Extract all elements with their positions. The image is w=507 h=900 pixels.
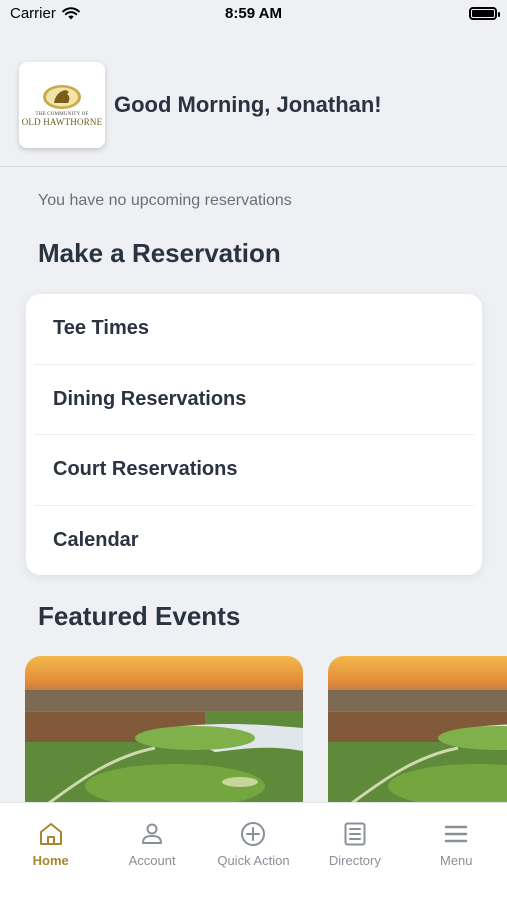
- home-icon: [39, 823, 62, 845]
- make-reservation-title: Make a Reservation: [38, 238, 281, 268]
- tee-times-option[interactable]: Tee Times: [34, 294, 474, 365]
- calendar-label: Calendar: [53, 529, 139, 552]
- header: THE COMMUNITY OF OLD HAWTHORNE Good Morn…: [0, 30, 507, 167]
- club-logo[interactable]: THE COMMUNITY OF OLD HAWTHORNE: [19, 62, 105, 148]
- tab-account[interactable]: Account: [101, 803, 202, 900]
- golf-course-image: [25, 656, 303, 802]
- tab-directory-label: Directory: [328, 853, 381, 868]
- tab-quick-action[interactable]: Quick Action: [203, 803, 304, 900]
- event-card[interactable]: [25, 656, 303, 802]
- horse-head-logo-icon: [43, 84, 81, 109]
- no-reservations-text: You have no upcoming reservations: [38, 192, 292, 209]
- tab-menu-label: Menu: [439, 853, 473, 868]
- featured-events-carousel[interactable]: [0, 656, 507, 802]
- bottom-tab-bar: Home Account Quick Action Directory Menu: [0, 802, 507, 900]
- golf-course-image: [328, 656, 507, 802]
- dining-reservations-option[interactable]: Dining Reservations: [34, 365, 474, 435]
- battery-icon: [469, 7, 500, 20]
- status-time: 8:59 AM: [225, 5, 282, 22]
- calendar-option[interactable]: Calendar: [34, 506, 474, 576]
- plus-circle-icon: [241, 822, 266, 846]
- menu-icon: [445, 825, 468, 843]
- status-bar: Carrier 8:59 AM: [0, 0, 507, 30]
- reservation-options-card: Tee Times Dining Reservations Court Rese…: [26, 294, 482, 575]
- greeting-text: Good Morning, Jonathan!: [114, 92, 382, 117]
- court-reservations-label: Court Reservations: [53, 458, 238, 481]
- tab-directory[interactable]: Directory: [304, 803, 405, 900]
- tee-times-label: Tee Times: [53, 317, 149, 340]
- featured-events-title: Featured Events: [38, 601, 241, 631]
- account-icon: [142, 823, 163, 844]
- dining-reservations-label: Dining Reservations: [53, 387, 247, 410]
- event-card[interactable]: [328, 656, 507, 802]
- tab-account-label: Account: [128, 853, 176, 868]
- tab-home-label: Home: [32, 853, 69, 868]
- tab-menu[interactable]: Menu: [406, 803, 507, 900]
- directory-icon: [344, 822, 366, 846]
- tab-quick-action-label: Quick Action: [217, 853, 290, 868]
- court-reservations-option[interactable]: Court Reservations: [34, 435, 474, 506]
- logo-text-main: OLD HAWTHORNE: [21, 116, 103, 127]
- tab-home[interactable]: Home: [0, 803, 101, 900]
